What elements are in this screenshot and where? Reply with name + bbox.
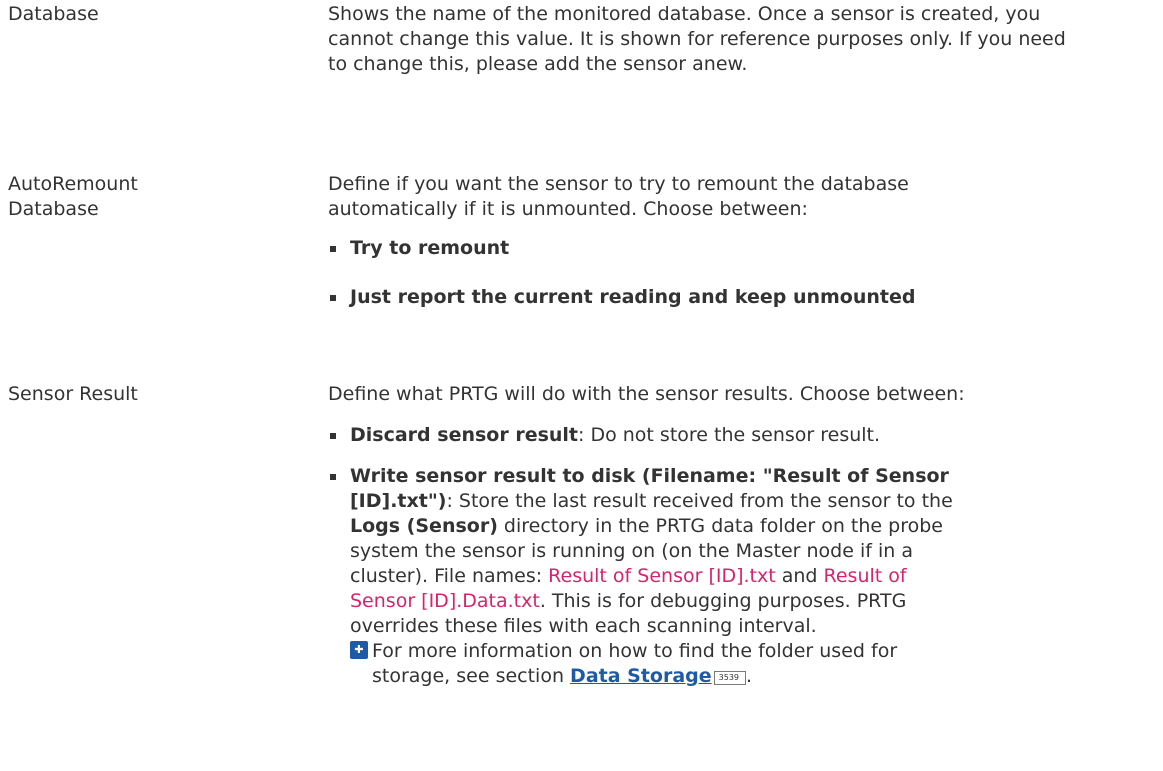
result-file-link[interactable]: Result of Sensor [ID].txt <box>548 565 776 587</box>
setting-description-auto-remount: Define if you want the sensor to try to … <box>328 172 928 310</box>
sensor-result-option-discard-label: Discard sensor result <box>350 424 579 446</box>
storage-note: ✚ For more information on how to find th… <box>350 639 968 689</box>
logs-sensor-term: Logs (Sensor) <box>350 515 498 537</box>
bullet-icon <box>330 474 336 480</box>
sensor-result-option-discard-text: : Do not store the sensor result. <box>578 424 881 446</box>
data-storage-link[interactable]: Data Storage <box>570 665 712 687</box>
setting-label-database: Database <box>8 3 99 25</box>
auto-remount-label-line1: AutoRemount <box>8 173 138 195</box>
bullet-icon <box>330 433 336 439</box>
bullet-icon <box>330 295 336 301</box>
auto-remount-option-try: Try to remount <box>328 236 928 261</box>
sensor-result-option-write-text-c: and <box>775 565 824 587</box>
auto-remount-option-report-label: Just report the current reading and keep… <box>350 286 916 308</box>
setting-label-sensor-result: Sensor Result <box>8 383 138 405</box>
sensor-result-option-discard: Discard sensor result: Do not store the … <box>328 423 968 448</box>
sensor-result-option-write-text-a: : Store the last result received from th… <box>446 490 953 512</box>
auto-remount-label-line2: Database <box>8 198 99 220</box>
setting-label-auto-remount: AutoRemount Database <box>8 172 308 222</box>
page-reference-badge[interactable]: 3539 <box>713 671 747 685</box>
database-description-text: Shows the name of the monitored database… <box>328 3 1066 75</box>
auto-remount-option-report: Just report the current reading and keep… <box>328 285 928 310</box>
setting-description-sensor-result: Define what PRTG will do with the sensor… <box>328 382 968 689</box>
info-note-icon: ✚ <box>350 641 368 659</box>
auto-remount-description-text: Define if you want the sensor to try to … <box>328 173 909 220</box>
storage-note-end: . <box>746 665 753 687</box>
auto-remount-option-try-label: Try to remount <box>350 237 510 259</box>
sensor-result-description-text: Define what PRTG will do with the sensor… <box>328 383 965 405</box>
bullet-icon <box>330 246 336 252</box>
sensor-result-option-write: Write sensor result to disk (Filename: "… <box>328 464 968 639</box>
setting-description-database: Shows the name of the monitored database… <box>328 2 1068 77</box>
